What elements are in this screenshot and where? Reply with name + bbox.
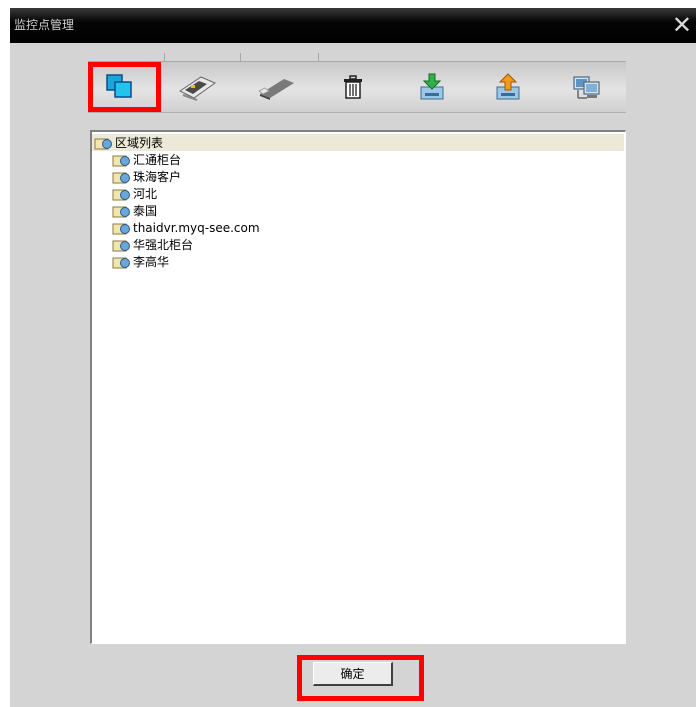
folder-globe-icon (112, 189, 130, 200)
tree-item-label: 李高华 (133, 255, 170, 269)
copy-squares-icon (106, 74, 132, 98)
export-button[interactable] (486, 67, 530, 107)
tree-item-label: 泰国 (133, 204, 158, 218)
circuit-board-icon (179, 76, 217, 101)
trash-icon (344, 75, 362, 99)
tree-item-label: 珠海客户 (133, 170, 182, 184)
title-bar: 监控点管理 ✕ (10, 8, 696, 43)
tree-item[interactable]: 泰国 (112, 202, 157, 219)
ok-button[interactable]: 确定 (313, 662, 393, 686)
usb-stick-icon (258, 79, 294, 100)
delete-button[interactable] (331, 67, 375, 107)
tree-item[interactable]: thaidvr.myq-see.com (112, 219, 260, 236)
tree-item-label: thaidvr.myq-see.com (133, 220, 260, 235)
toolbar (88, 62, 626, 113)
tree-item[interactable]: 李高华 (112, 253, 169, 270)
folder-globe-icon (94, 138, 112, 149)
tree-item[interactable]: 汇通柜台 (112, 151, 181, 168)
import-down-arrow-icon (420, 73, 444, 100)
device-module-button[interactable] (254, 67, 298, 107)
folder-globe-icon (112, 257, 130, 268)
close-icon[interactable]: ✕ (672, 12, 692, 38)
tree-item[interactable]: 珠海客户 (112, 168, 181, 185)
folder-globe-icon (112, 155, 130, 166)
window-title: 监控点管理 (14, 18, 75, 32)
tree-item[interactable]: 华强北柜台 (112, 236, 193, 253)
tree-item[interactable]: 河北 (112, 185, 157, 202)
folder-globe-icon (112, 223, 130, 234)
tree-item-label: 河北 (133, 187, 158, 201)
add-device-button[interactable] (175, 67, 219, 107)
tree-item-label: 汇通柜台 (133, 153, 182, 167)
dialog-body: 区域列表 汇通柜台 珠海客户 河北 泰国 thaidvr.myq-see.com… (10, 43, 696, 707)
network-computers-icon (573, 76, 600, 99)
folder-globe-icon (112, 206, 130, 217)
area-tree[interactable]: 区域列表 汇通柜台 珠海客户 河北 泰国 thaidvr.myq-see.com… (90, 130, 626, 644)
tree-item-label: 华强北柜台 (133, 238, 194, 252)
folder-globe-icon (112, 240, 130, 251)
network-devices-button[interactable] (565, 67, 609, 107)
export-up-arrow-icon (496, 73, 520, 100)
import-button[interactable] (410, 67, 454, 107)
tree-root[interactable]: 区域列表 (92, 134, 624, 151)
add-area-button[interactable] (98, 67, 142, 107)
tree-root-label: 区域列表 (115, 136, 164, 150)
folder-globe-icon (112, 172, 130, 183)
tab-strip (88, 53, 626, 62)
